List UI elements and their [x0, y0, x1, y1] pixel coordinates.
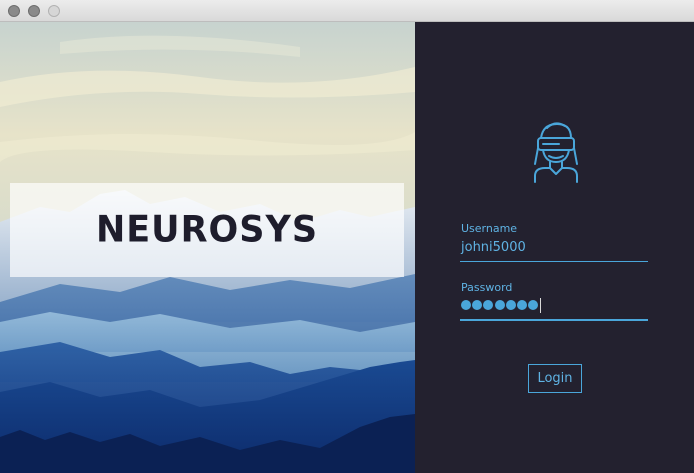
username-underline: [460, 261, 648, 262]
login-panel: Username johni5000 Password Login: [415, 22, 694, 473]
brand-logo-text: NEUROSYS: [95, 209, 319, 251]
login-button[interactable]: Login: [528, 364, 582, 393]
window-maximize-button[interactable]: [48, 5, 60, 17]
text-caret: [540, 297, 542, 313]
password-label: Password: [461, 281, 513, 294]
username-input[interactable]: johni5000: [461, 240, 526, 255]
password-mask-dot: [472, 300, 483, 310]
password-mask-dot: [516, 300, 527, 310]
password-mask-dot: [494, 300, 505, 310]
password-mask-dot: [528, 300, 539, 310]
window-minimize-button[interactable]: [28, 5, 40, 17]
window-close-button[interactable]: [8, 5, 20, 17]
brand-banner: NEUROSYS: [10, 183, 404, 277]
password-underline: [460, 319, 648, 321]
username-label: Username: [461, 222, 518, 235]
vr-headset-user-icon: [525, 118, 585, 184]
password-mask-dot: [483, 300, 494, 310]
password-input[interactable]: [461, 297, 542, 313]
password-mask-dot: [461, 300, 471, 310]
window-titlebar: [0, 0, 694, 22]
password-mask-dot: [505, 300, 516, 310]
